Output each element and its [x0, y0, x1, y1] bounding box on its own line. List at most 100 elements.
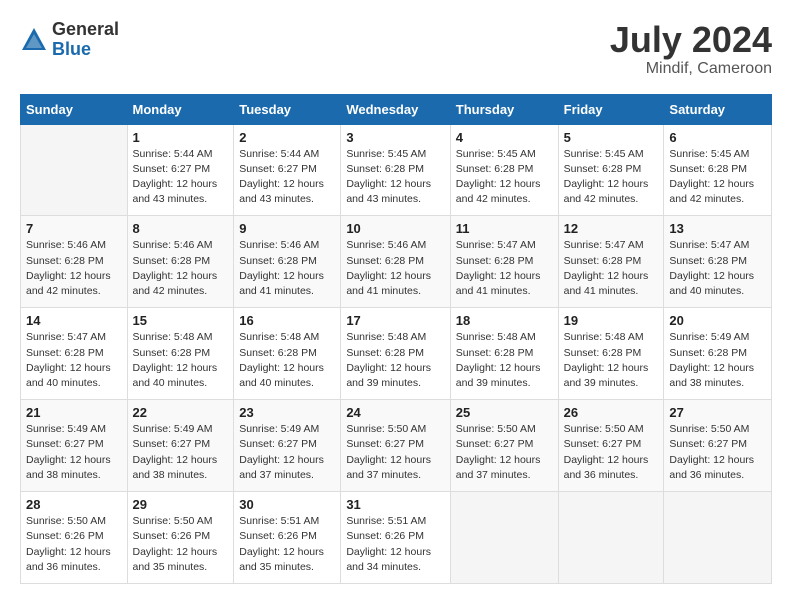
day-number: 23 — [239, 405, 335, 420]
day-info: Sunrise: 5:46 AMSunset: 6:28 PMDaylight:… — [133, 238, 229, 299]
day-number: 22 — [133, 405, 229, 420]
day-info: Sunrise: 5:50 AMSunset: 6:27 PMDaylight:… — [564, 422, 659, 483]
day-of-week-header: Sunday — [21, 94, 128, 124]
day-number: 8 — [133, 221, 229, 236]
calendar-cell: 23Sunrise: 5:49 AMSunset: 6:27 PMDayligh… — [234, 400, 341, 492]
calendar-cell: 30Sunrise: 5:51 AMSunset: 6:26 PMDayligh… — [234, 492, 341, 584]
day-number: 10 — [346, 221, 444, 236]
day-info: Sunrise: 5:45 AMSunset: 6:28 PMDaylight:… — [564, 147, 659, 208]
day-number: 13 — [669, 221, 766, 236]
day-info: Sunrise: 5:50 AMSunset: 6:26 PMDaylight:… — [133, 514, 229, 575]
calendar-cell: 6Sunrise: 5:45 AMSunset: 6:28 PMDaylight… — [664, 124, 772, 216]
day-number: 18 — [456, 313, 553, 328]
day-number: 28 — [26, 497, 122, 512]
day-info: Sunrise: 5:49 AMSunset: 6:27 PMDaylight:… — [133, 422, 229, 483]
calendar-cell — [450, 492, 558, 584]
calendar-cell: 14 Sunrise: 5:47 AMSunset: 6:28 PMDayligh… — [21, 308, 128, 400]
logo-general-text: General — [52, 20, 119, 40]
day-number: 24 — [346, 405, 444, 420]
day-info: Sunrise: 5:46 AMSunset: 6:28 PMDaylight:… — [239, 238, 335, 299]
calendar-week-row: 21 Sunrise: 5:49 AMSunset: 6:27 PMDayligh… — [21, 400, 772, 492]
month-title: July 2024 — [610, 20, 772, 60]
day-info: Sunrise: 5:48 AMSunset: 6:28 PMDaylight:… — [133, 330, 229, 391]
day-number: 3 — [346, 130, 444, 145]
day-of-week-header: Tuesday — [234, 94, 341, 124]
calendar-cell: 9 Sunrise: 5:46 AMSunset: 6:28 PMDaylight… — [234, 216, 341, 308]
logo: General Blue — [20, 20, 119, 60]
day-info: Sunrise: 5:47 AMSunset: 6:28 PMDaylight:… — [564, 238, 659, 299]
day-number: 9 — [239, 221, 335, 236]
day-info: Sunrise: 5:48 AMSunset: 6:28 PMDaylight:… — [346, 330, 444, 391]
day-number: 31 — [346, 497, 444, 512]
calendar-header: SundayMondayTuesdayWednesdayThursdayFrid… — [21, 94, 772, 124]
day-number: 29 — [133, 497, 229, 512]
day-info: Sunrise: 5:50 AMSunset: 6:26 PMDaylight:… — [26, 514, 122, 575]
calendar-cell: 19Sunrise: 5:48 AMSunset: 6:28 PMDayligh… — [558, 308, 664, 400]
title-block: July 2024 Mindif, Cameroon — [610, 20, 772, 78]
calendar-body: 1 Sunrise: 5:44 AMSunset: 6:27 PMDaylight… — [21, 124, 772, 583]
calendar-cell: 4 Sunrise: 5:45 AMSunset: 6:28 PMDaylight… — [450, 124, 558, 216]
calendar-cell — [664, 492, 772, 584]
calendar-cell — [558, 492, 664, 584]
logo-blue-text: Blue — [52, 40, 119, 60]
day-number: 21 — [26, 405, 122, 420]
day-info: Sunrise: 5:45 AMSunset: 6:28 PMDaylight:… — [669, 147, 766, 208]
page-header: General Blue July 2024 Mindif, Cameroon — [20, 20, 772, 78]
calendar-cell: 20 Sunrise: 5:49 AMSunset: 6:28 PMDayligh… — [664, 308, 772, 400]
day-info: Sunrise: 5:46 AMSunset: 6:28 PMDaylight:… — [26, 238, 122, 299]
day-info: Sunrise: 5:47 AMSunset: 6:28 PMDaylight:… — [456, 238, 553, 299]
logo-text: General Blue — [52, 20, 119, 60]
day-number: 27 — [669, 405, 766, 420]
day-info: Sunrise: 5:44 AMSunset: 6:27 PMDaylight:… — [133, 147, 229, 208]
day-info: Sunrise: 5:48 AMSunset: 6:28 PMDaylight:… — [564, 330, 659, 391]
calendar-week-row: 7 Sunrise: 5:46 AMSunset: 6:28 PMDaylight… — [21, 216, 772, 308]
calendar-cell: 31Sunrise: 5:51 AMSunset: 6:26 PMDayligh… — [341, 492, 450, 584]
day-info: Sunrise: 5:48 AMSunset: 6:28 PMDaylight:… — [239, 330, 335, 391]
day-info: Sunrise: 5:45 AMSunset: 6:28 PMDaylight:… — [346, 147, 444, 208]
calendar-cell: 3 Sunrise: 5:45 AMSunset: 6:28 PMDaylight… — [341, 124, 450, 216]
calendar-cell: 12 Sunrise: 5:47 AMSunset: 6:28 PMDayligh… — [558, 216, 664, 308]
day-number: 4 — [456, 130, 553, 145]
day-info: Sunrise: 5:49 AMSunset: 6:28 PMDaylight:… — [669, 330, 766, 391]
day-number: 25 — [456, 405, 553, 420]
day-number: 12 — [564, 221, 659, 236]
day-info: Sunrise: 5:47 AMSunset: 6:28 PMDaylight:… — [26, 330, 122, 391]
day-number: 5 — [564, 130, 659, 145]
calendar-cell: 21Sunrise: 5:49 AMSunset: 6:27 PMDayligh… — [21, 400, 128, 492]
day-info: Sunrise: 5:44 AMSunset: 6:27 PMDaylight:… — [239, 147, 335, 208]
calendar-cell: 8 Sunrise: 5:46 AMSunset: 6:28 PMDaylight… — [127, 216, 234, 308]
calendar-cell: 2 Sunrise: 5:44 AMSunset: 6:27 PMDaylight… — [234, 124, 341, 216]
day-number: 14 — [26, 313, 122, 328]
day-of-week-header: Thursday — [450, 94, 558, 124]
calendar-table: SundayMondayTuesdayWednesdayThursdayFrid… — [20, 94, 772, 584]
calendar-cell: 22 Sunrise: 5:49 AMSunset: 6:27 PMDayligh… — [127, 400, 234, 492]
day-number: 16 — [239, 313, 335, 328]
day-number: 7 — [26, 221, 122, 236]
day-info: Sunrise: 5:46 AMSunset: 6:28 PMDaylight:… — [346, 238, 444, 299]
calendar-cell: 29 Sunrise: 5:50 AMSunset: 6:26 PMDayligh… — [127, 492, 234, 584]
calendar-cell: 5 Sunrise: 5:45 AMSunset: 6:28 PMDaylight… — [558, 124, 664, 216]
calendar-cell: 13 Sunrise: 5:47 AMSunset: 6:28 PMDayligh… — [664, 216, 772, 308]
day-number: 11 — [456, 221, 553, 236]
calendar-week-row: 1 Sunrise: 5:44 AMSunset: 6:27 PMDaylight… — [21, 124, 772, 216]
day-number: 1 — [133, 130, 229, 145]
day-info: Sunrise: 5:47 AMSunset: 6:28 PMDaylight:… — [669, 238, 766, 299]
calendar-cell: 24Sunrise: 5:50 AMSunset: 6:27 PMDayligh… — [341, 400, 450, 492]
calendar-week-row: 28 Sunrise: 5:50 AMSunset: 6:26 PMDayligh… — [21, 492, 772, 584]
day-of-week-header: Wednesday — [341, 94, 450, 124]
day-number: 15 — [133, 313, 229, 328]
calendar-cell: 10 Sunrise: 5:46 AMSunset: 6:28 PMDayligh… — [341, 216, 450, 308]
calendar-cell: 11 Sunrise: 5:47 AMSunset: 6:28 PMDayligh… — [450, 216, 558, 308]
logo-icon — [20, 26, 48, 54]
calendar-cell: 1 Sunrise: 5:44 AMSunset: 6:27 PMDaylight… — [127, 124, 234, 216]
calendar-cell — [21, 124, 128, 216]
day-number: 17 — [346, 313, 444, 328]
day-of-week-header: Monday — [127, 94, 234, 124]
calendar-cell: 28 Sunrise: 5:50 AMSunset: 6:26 PMDayligh… — [21, 492, 128, 584]
day-number: 20 — [669, 313, 766, 328]
days-of-week-row: SundayMondayTuesdayWednesdayThursdayFrid… — [21, 94, 772, 124]
day-number: 2 — [239, 130, 335, 145]
day-info: Sunrise: 5:45 AMSunset: 6:28 PMDaylight:… — [456, 147, 553, 208]
calendar-cell: 26Sunrise: 5:50 AMSunset: 6:27 PMDayligh… — [558, 400, 664, 492]
day-info: Sunrise: 5:50 AMSunset: 6:27 PMDaylight:… — [456, 422, 553, 483]
